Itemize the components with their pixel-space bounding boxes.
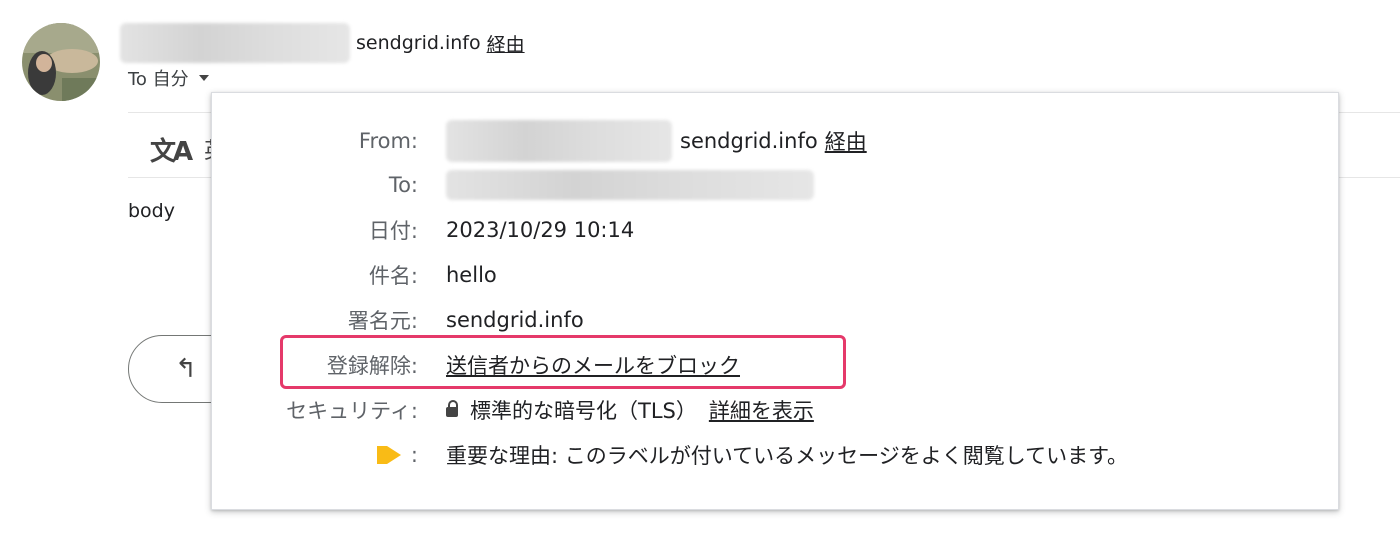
message-details-popup: From: sendgrid.info 経由 To: 日付: 2023/10/2…	[211, 92, 1339, 510]
date-label: 日付:	[368, 219, 418, 243]
details-row-signed-by: 署名元: sendgrid.info	[212, 300, 1338, 340]
sender-line: sendgrid.info 経由	[120, 23, 525, 63]
security-text: 標準的な暗号化（TLS）	[470, 399, 697, 423]
importance-label: :	[212, 443, 418, 467]
message-body: body	[128, 200, 175, 222]
reply-icon: ↰	[175, 354, 197, 384]
from-value: sendgrid.info 経由	[446, 120, 867, 162]
from-via-link[interactable]: 経由	[825, 126, 867, 156]
security-label: セキュリティ:	[286, 399, 418, 423]
recipient-label: To 自分	[128, 69, 189, 90]
date-value: 2023/10/29 10:14	[446, 218, 635, 242]
from-domain: sendgrid.info	[680, 129, 818, 153]
to-label: To:	[388, 173, 418, 197]
importance-value: 重要な理由: このラベルが付いているメッセージをよく閲覧しています。	[446, 444, 1128, 468]
lock-icon	[446, 400, 458, 417]
signed-by-label: 署名元:	[347, 309, 418, 333]
unsubscribe-label: 登録解除:	[326, 354, 418, 378]
translate-icon[interactable]: 文A	[150, 131, 193, 168]
details-row-to: To:	[212, 165, 1338, 205]
caret-down-icon	[198, 75, 209, 81]
block-sender-link[interactable]: 送信者からのメールをブロック	[446, 350, 740, 380]
email-view: sendgrid.info 経由 To 自分 文A 英 body ↰ From:…	[0, 0, 1400, 560]
security-value: 標準的な暗号化（TLS） 詳細を表示	[436, 395, 814, 425]
details-row-date: 日付: 2023/10/29 10:14	[212, 210, 1338, 250]
details-row-security: セキュリティ: 標準的な暗号化（TLS） 詳細を表示	[212, 390, 1338, 430]
details-row-importance: : 重要な理由: このラベルが付いているメッセージをよく閲覧しています。	[212, 435, 1338, 475]
sender-domain: sendgrid.info	[356, 32, 481, 54]
importance-label-colon: :	[410, 443, 418, 467]
via-link[interactable]: 経由	[487, 30, 525, 57]
subject-label: 件名:	[368, 264, 418, 288]
sender-address-redacted	[120, 23, 350, 63]
to-address-redacted	[446, 170, 814, 200]
details-row-unsubscribe: 登録解除: 送信者からのメールをブロック	[212, 345, 1338, 385]
sender-avatar[interactable]	[22, 23, 100, 101]
from-address-redacted	[446, 120, 672, 162]
from-label: From:	[358, 129, 418, 153]
details-row-subject: 件名: hello	[212, 255, 1338, 295]
importance-marker-icon	[376, 446, 401, 464]
signed-by-value: sendgrid.info	[446, 308, 584, 332]
unsubscribe-value: 送信者からのメールをブロック	[446, 350, 740, 380]
recipient-dropdown[interactable]: To 自分	[128, 66, 209, 90]
details-row-from: From: sendgrid.info 経由	[212, 120, 1338, 162]
subject-value: hello	[446, 263, 497, 287]
to-value	[446, 170, 814, 200]
security-details-link[interactable]: 詳細を表示	[709, 395, 814, 425]
